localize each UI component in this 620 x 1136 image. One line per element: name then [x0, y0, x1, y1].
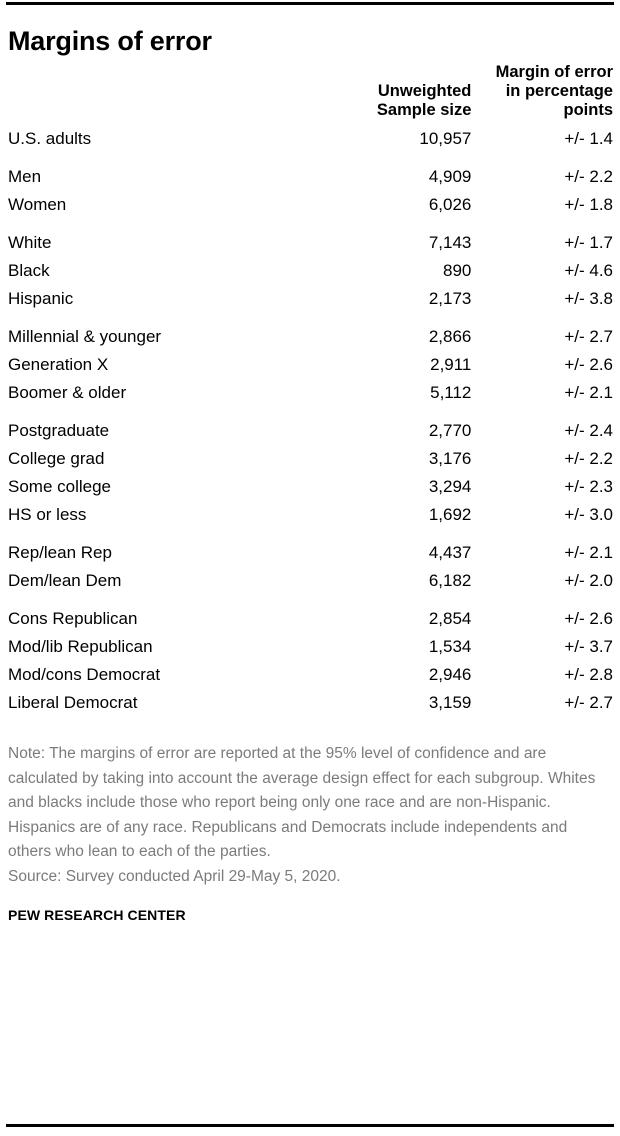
row-sample-size: 890: [443, 260, 472, 280]
table-row: Mod/lib Republican 1,534 +/- 3.7: [6, 632, 614, 660]
table-row: Mod/cons Democrat 2,946 +/- 2.8: [6, 660, 614, 688]
row-margin-of-error: +/- 2.6: [564, 608, 613, 628]
row-sample-size: 2,866: [428, 326, 472, 346]
margins-of-error-table: Unweighted Sample size Margin of error i…: [6, 63, 614, 716]
row-label: College grad: [8, 448, 105, 468]
page-title: Margins of error: [8, 26, 212, 56]
bottom-rule: [6, 1124, 614, 1127]
note-text: Note: The margins of error are reported …: [8, 745, 596, 860]
row-margin-of-error: +/- 1.8: [564, 194, 613, 214]
row-label: Liberal Democrat: [8, 692, 138, 712]
column-header-label: [6, 63, 339, 124]
row-margin-of-error: +/- 1.4: [564, 128, 613, 148]
row-label: Hispanic: [8, 288, 74, 308]
row-margin-of-error: +/- 2.1: [564, 542, 613, 562]
column-header-sample-size-line1: Unweighted: [377, 82, 472, 100]
row-label: White: [8, 232, 52, 252]
column-header-moe-line2: in percentage: [505, 82, 613, 100]
top-rule: [6, 2, 614, 5]
row-label: Dem/lean Dem: [8, 570, 122, 590]
row-margin-of-error: +/- 2.2: [564, 448, 613, 468]
table-row: Cons Republican 2,854 +/- 2.6: [6, 594, 614, 632]
table-header: Unweighted Sample size Margin of error i…: [6, 63, 614, 124]
row-sample-size: 1,534: [428, 636, 472, 656]
row-sample-size: 4,909: [428, 166, 472, 186]
row-margin-of-error: +/- 2.7: [564, 326, 613, 346]
row-label: Boomer & older: [8, 382, 127, 402]
row-sample-size: 3,294: [428, 476, 472, 496]
table-header-row: Unweighted Sample size Margin of error i…: [6, 63, 614, 124]
row-label: Generation X: [8, 354, 109, 374]
table-row: U.S. adults 10,957 +/- 1.4: [6, 124, 614, 152]
row-sample-size: 7,143: [428, 232, 472, 252]
row-sample-size: 3,176: [428, 448, 472, 468]
table-row: Hispanic 2,173 +/- 3.8: [6, 284, 614, 312]
table-row: Men 4,909 +/- 2.2: [6, 152, 614, 190]
table-body: U.S. adults 10,957 +/- 1.4 Men 4,909 +/- 2.2 W…: [6, 124, 614, 716]
table-row: Dem/lean Dem 6,182 +/- 2.0: [6, 566, 614, 594]
row-margin-of-error: +/- 3.0: [564, 504, 613, 524]
table-row: Boomer & older 5,112 +/- 2.1: [6, 378, 614, 406]
table-row: Millennial & younger 2,866 +/- 2.7: [6, 312, 614, 350]
row-margin-of-error: +/- 2.0: [564, 570, 613, 590]
column-header-moe-line1: Margin of error: [495, 63, 613, 81]
column-header-margin-of-error: Margin of error in percentage points: [472, 63, 614, 124]
table-row: Rep/lean Rep 4,437 +/- 2.1: [6, 528, 614, 566]
row-margin-of-error: +/- 2.4: [564, 420, 613, 440]
table-row: Women 6,026 +/- 1.8: [6, 190, 614, 218]
row-margin-of-error: +/- 2.6: [564, 354, 613, 374]
footnotes: Note: The margins of error are reported …: [6, 742, 614, 889]
column-header-sample-size: Unweighted Sample size: [339, 63, 472, 124]
row-margin-of-error: +/- 2.1: [564, 382, 613, 402]
row-label: Men: [8, 166, 42, 186]
row-label: HS or less: [8, 504, 87, 524]
row-label: Mod/lib Republican: [8, 636, 153, 656]
row-margin-of-error: +/- 2.7: [564, 692, 613, 712]
row-sample-size: 5,112: [430, 382, 472, 402]
row-margin-of-error: +/- 4.6: [564, 260, 613, 280]
row-sample-size: 4,437: [428, 542, 472, 562]
row-sample-size: 2,911: [430, 354, 472, 374]
row-label: U.S. adults: [8, 128, 92, 148]
table-row: HS or less 1,692 +/- 3.0: [6, 500, 614, 528]
row-label: Millennial & younger: [8, 326, 162, 346]
row-margin-of-error: +/- 3.7: [564, 636, 613, 656]
row-label: Mod/cons Democrat: [8, 664, 161, 684]
table-row: Some college 3,294 +/- 2.3: [6, 472, 614, 500]
row-label: Women: [8, 194, 67, 214]
table-row: College grad 3,176 +/- 2.2: [6, 444, 614, 472]
row-sample-size: 2,770: [428, 420, 472, 440]
column-header-moe-line3: points: [563, 101, 614, 119]
row-sample-size: 1,692: [428, 504, 472, 524]
row-margin-of-error: +/- 2.3: [564, 476, 613, 496]
table-row: Liberal Democrat 3,159 +/- 2.7: [6, 688, 614, 716]
row-sample-size: 3,159: [428, 692, 472, 712]
table-row: Black 890 +/- 4.6: [6, 256, 614, 284]
table-row: White 7,143 +/- 1.7: [6, 218, 614, 256]
row-margin-of-error: +/- 1.7: [564, 232, 613, 252]
table-row: Generation X 2,911 +/- 2.6: [6, 350, 614, 378]
figure-container: Margins of error Unweighted Sample size …: [0, 2, 620, 1136]
row-label: Some college: [8, 476, 112, 496]
row-sample-size: 10,957: [419, 128, 472, 148]
row-sample-size: 6,182: [428, 570, 472, 590]
row-label: Black: [8, 260, 50, 280]
column-header-sample-size-line2: Sample size: [376, 101, 472, 119]
row-label: Cons Republican: [8, 608, 138, 628]
row-margin-of-error: +/- 2.2: [564, 166, 613, 186]
row-sample-size: 2,854: [428, 608, 472, 628]
row-sample-size: 6,026: [428, 194, 472, 214]
row-margin-of-error: +/- 3.8: [564, 288, 613, 308]
table-row: Postgraduate 2,770 +/- 2.4: [6, 406, 614, 444]
row-margin-of-error: +/- 2.8: [564, 664, 613, 684]
row-label: Rep/lean Rep: [8, 542, 112, 562]
row-sample-size: 2,946: [428, 664, 472, 684]
row-sample-size: 2,173: [428, 288, 472, 308]
brand-attribution: PEW RESEARCH CENTER: [8, 907, 186, 923]
source-text: Source: Survey conducted April 29-May 5,…: [8, 867, 341, 885]
row-label: Postgraduate: [8, 420, 110, 440]
